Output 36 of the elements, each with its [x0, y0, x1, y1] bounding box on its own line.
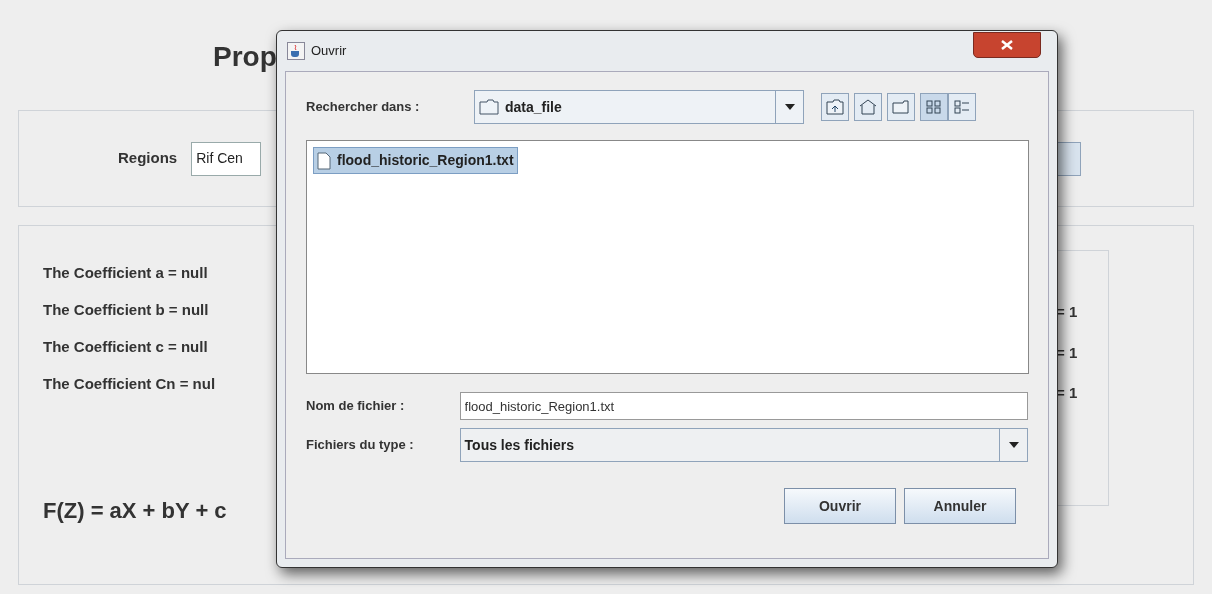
- up-folder-button[interactable]: [821, 93, 849, 121]
- look-in-combo[interactable]: data_file: [474, 90, 804, 124]
- new-folder-button[interactable]: [887, 93, 915, 121]
- list-view-button[interactable]: [920, 93, 948, 121]
- file-icon: [317, 151, 331, 170]
- grid-view-icon: [926, 100, 942, 114]
- open-button[interactable]: Ouvrir: [784, 488, 896, 524]
- folder-icon: [479, 99, 499, 115]
- look-in-value: data_file: [505, 97, 562, 117]
- home-icon: [859, 99, 877, 115]
- file-type-label: Fichiers du type :: [306, 436, 415, 455]
- look-in-label: Rechercher dans :: [306, 98, 421, 117]
- coefficient-text: The Coefficient Cn = nul: [43, 374, 216, 394]
- details-view-icon: [954, 100, 970, 114]
- regions-label: Regions: [118, 148, 178, 169]
- coefficient-text: The Coefficient b = null: [43, 300, 209, 320]
- app-title: Prop: [213, 41, 277, 72]
- coefficient-text: The Coefficient c = null: [43, 337, 208, 357]
- coefficient-text: The Coefficient a = null: [43, 263, 208, 283]
- dropdown-caret-icon: [1008, 442, 1019, 448]
- close-icon: [1001, 40, 1013, 50]
- file-name-label: Nom de fichier :: [306, 397, 406, 416]
- close-button[interactable]: [973, 32, 1041, 58]
- file-name-field[interactable]: flood_historic_Region1.txt: [459, 392, 1028, 420]
- regions-combo[interactable]: Rif Cen: [191, 141, 262, 176]
- details-view-button[interactable]: [948, 93, 976, 121]
- dropdown-caret-icon: [784, 104, 795, 110]
- cancel-button[interactable]: Annuler: [904, 488, 1016, 524]
- folder-icon: [892, 100, 910, 114]
- file-type-combo[interactable]: Tous les fichiers: [459, 428, 1028, 462]
- file-item[interactable]: flood_historic_Region1.txt: [313, 147, 518, 174]
- dialog-title: Ouvrir: [311, 42, 347, 61]
- formula-text: F(Z) = aX + bY + c: [43, 497, 227, 525]
- home-button[interactable]: [854, 93, 882, 121]
- folder-up-icon: [826, 99, 844, 115]
- coffee-cup-icon: [287, 42, 305, 60]
